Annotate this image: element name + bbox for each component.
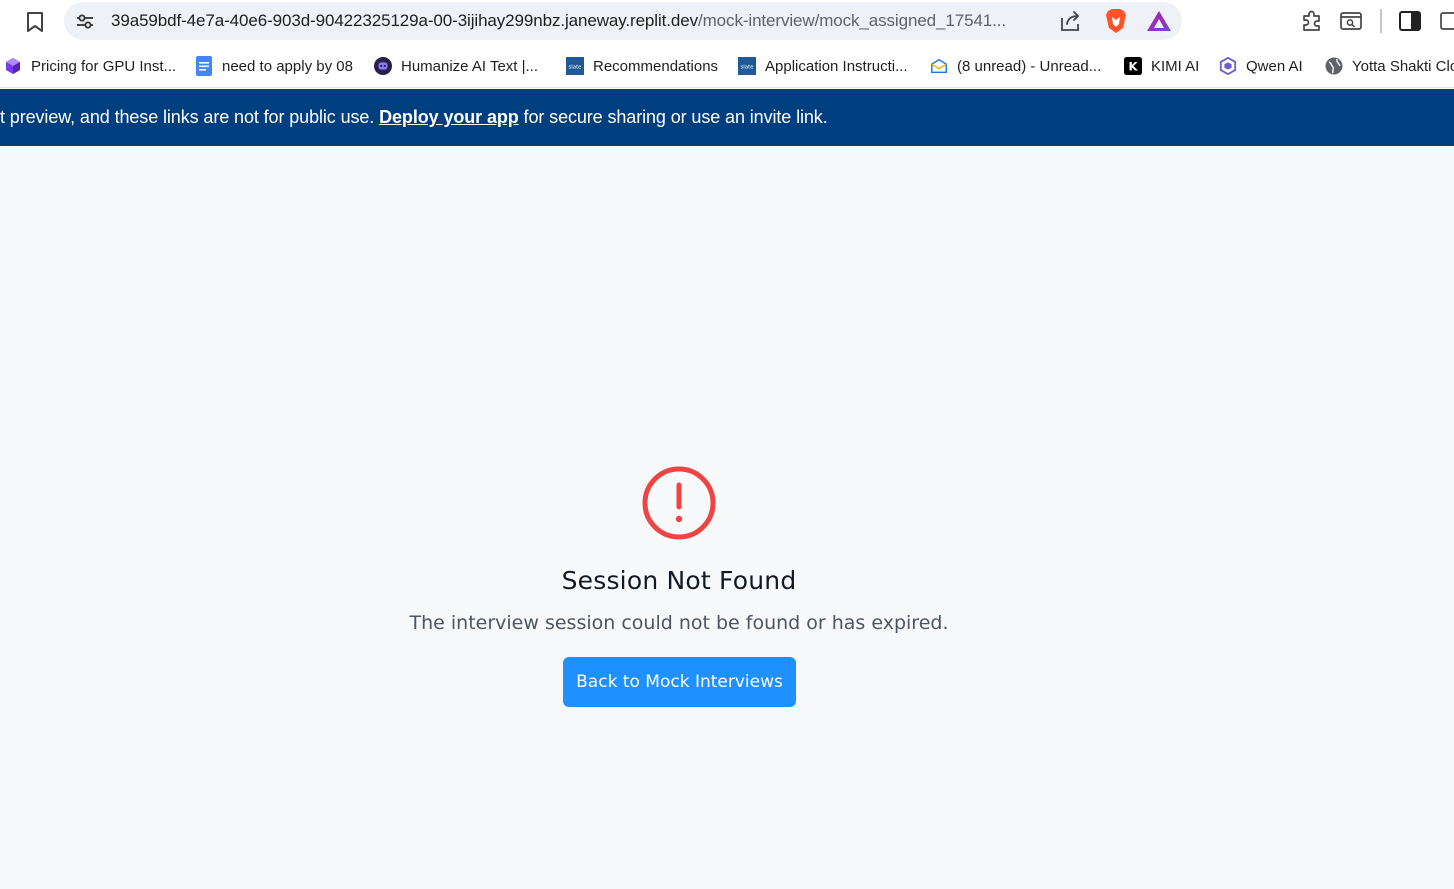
bookmark-item[interactable]: Pricing for GPU Inst...	[4, 54, 176, 78]
wallet-icon[interactable]	[1439, 10, 1454, 32]
error-description: The interview session could not be found…	[409, 612, 949, 634]
bookmark-item[interactable]: need to apply by 08	[195, 54, 353, 78]
brave-shields-icon[interactable]	[1104, 8, 1128, 34]
site-info-icon[interactable]	[74, 10, 96, 32]
mail-icon	[930, 57, 948, 75]
deploy-app-link[interactable]: Deploy your app	[379, 107, 519, 127]
bookmark-label: Qwen AI	[1246, 57, 1303, 75]
bookmark-item[interactable]: slate Recommendations	[566, 54, 718, 78]
share-icon[interactable]	[1058, 10, 1082, 32]
brave-rewards-icon[interactable]	[1146, 10, 1172, 32]
back-to-mock-interviews-button[interactable]: Back to Mock Interviews	[563, 657, 796, 707]
globe-icon	[1325, 57, 1343, 75]
preview-warning-banner: t preview, and these links are not for p…	[0, 89, 1454, 146]
error-title: Session Not Found	[561, 566, 797, 595]
kimi-icon: K	[1124, 57, 1142, 75]
slate-icon: slate	[738, 57, 756, 75]
leo-ai-icon[interactable]	[1339, 10, 1363, 32]
bookmark-item[interactable]: (8 unread) - Unread...	[930, 54, 1101, 78]
bookmark-label: KIMI AI	[1151, 57, 1200, 75]
docs-icon	[195, 56, 213, 76]
toolbar-divider	[1380, 9, 1382, 33]
bookmark-item[interactable]: Yotta Shakti Clo	[1325, 54, 1454, 78]
svg-text:slate: slate	[740, 65, 754, 71]
svg-text:K: K	[1128, 60, 1138, 74]
svg-text:slate: slate	[568, 65, 582, 71]
banner-text-before: t preview, and these links are not for p…	[0, 107, 380, 127]
cube-icon	[4, 57, 22, 75]
alert-circle-icon	[641, 465, 717, 541]
bookmark-item[interactable]: K KIMI AI	[1124, 54, 1199, 78]
url-host: 39a59bdf-4e7a-40e6-903d-90422325129a-00-…	[111, 11, 698, 30]
qwen-icon	[1219, 56, 1237, 76]
bookmark-item[interactable]: Qwen AI	[1219, 54, 1303, 78]
banner-text: t preview, and these links are not for p…	[0, 107, 828, 128]
main-content: Session Not Found The interview session …	[0, 146, 1454, 889]
bookmark-label: need to apply by 08	[222, 57, 353, 75]
bookmark-item[interactable]: Humanize AI Text |...	[374, 54, 538, 78]
humanize-icon	[374, 57, 392, 75]
bookmark-label: Application Instructi...	[765, 57, 908, 75]
bookmark-label: Recommendations	[593, 57, 719, 75]
slate-icon: slate	[566, 57, 584, 75]
bookmark-label: (8 unread) - Unread...	[957, 57, 1102, 75]
url-path: /mock-interview/mock_assigned_17541...	[698, 11, 1007, 30]
extensions-icon[interactable]	[1300, 9, 1324, 33]
browser-toolbar: 39a59bdf-4e7a-40e6-903d-90422325129a-00-…	[0, 0, 1454, 44]
bookmark-label: Yotta Shakti Clo	[1352, 57, 1454, 75]
url-text[interactable]: 39a59bdf-4e7a-40e6-903d-90422325129a-00-…	[111, 11, 1006, 31]
bookmark-item[interactable]: slate Application Instructi...	[738, 54, 908, 78]
bookmark-label: Humanize AI Text |...	[401, 57, 539, 75]
banner-text-after: for secure sharing or use an invite link…	[518, 107, 828, 127]
bookmarks-bar: Pricing for GPU Inst... need to apply by…	[0, 44, 1454, 88]
bookmark-label: Pricing for GPU Inst...	[31, 57, 177, 75]
sidebar-toggle-icon[interactable]	[1398, 10, 1422, 32]
bookmark-page-icon[interactable]	[24, 10, 46, 34]
address-bar[interactable]: 39a59bdf-4e7a-40e6-903d-90422325129a-00-…	[64, 2, 1182, 40]
